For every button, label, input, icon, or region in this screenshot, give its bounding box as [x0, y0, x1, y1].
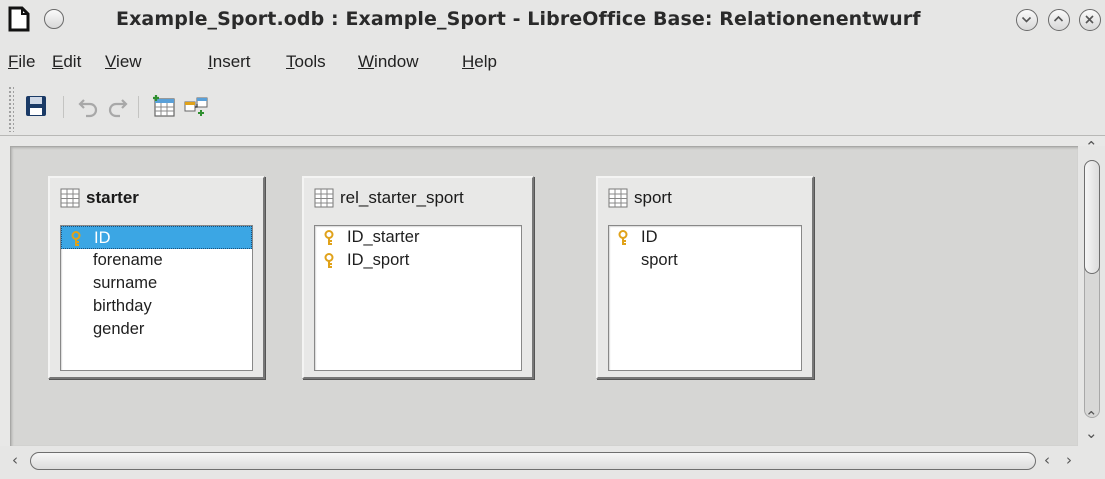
menu-window[interactable]: Window — [358, 52, 418, 72]
field-name: gender — [93, 320, 145, 338]
scroll-down-icon[interactable]: ⌄ — [1085, 424, 1098, 442]
field-row[interactable]: ID_starter — [315, 226, 521, 249]
table-window-starter[interactable]: starter ID forename surname birthday gen… — [48, 176, 265, 379]
window-menu-button[interactable] — [44, 9, 64, 29]
menu-edit[interactable]: Edit — [52, 52, 81, 72]
field-row[interactable]: gender — [61, 318, 252, 341]
field-list[interactable]: ID_starter ID_sport — [314, 225, 522, 371]
menu-bar — [0, 42, 1105, 82]
table-icon — [608, 188, 628, 208]
close-button[interactable] — [1079, 9, 1101, 31]
add-tables-icon[interactable] — [152, 94, 176, 118]
undo-icon[interactable] — [76, 94, 100, 118]
toolbar-grip-handle[interactable] — [8, 86, 14, 132]
maximize-button[interactable] — [1048, 9, 1070, 31]
window-title: Example_Sport.odb : Example_Sport - Libr… — [116, 8, 921, 30]
field-name: birthday — [93, 297, 152, 315]
table-window-rel-starter-sport[interactable]: rel_starter_sport ID_starter ID_sport — [302, 176, 534, 379]
field-row[interactable]: surname — [61, 272, 252, 295]
menu-file[interactable]: File — [8, 52, 35, 72]
scroll-left-icon[interactable]: ‹ — [1044, 451, 1050, 469]
toolbar-separator — [63, 96, 64, 118]
chevron-up-icon — [1053, 15, 1064, 22]
field-name: forename — [93, 251, 163, 269]
field-name: ID_starter — [347, 228, 420, 246]
field-name: sport — [641, 251, 678, 269]
vertical-scroll-thumb[interactable] — [1084, 160, 1100, 274]
menu-tools[interactable]: Tools — [286, 52, 326, 72]
table-title-bar[interactable]: starter — [50, 178, 263, 222]
document-icon[interactable] — [8, 6, 30, 32]
field-name: surname — [93, 274, 158, 292]
field-list[interactable]: ID sport — [608, 225, 802, 371]
minimize-button[interactable] — [1016, 9, 1038, 31]
scroll-right-icon[interactable]: › — [1066, 451, 1072, 469]
field-row[interactable]: birthday — [61, 295, 252, 318]
redo-icon[interactable] — [106, 94, 130, 118]
table-title-bar[interactable]: sport — [598, 178, 812, 222]
table-title-bar[interactable]: rel_starter_sport — [304, 178, 532, 222]
primary-key-icon — [324, 230, 334, 245]
table-icon — [314, 188, 334, 208]
field-row[interactable]: ID — [61, 226, 252, 249]
field-row[interactable]: ID — [609, 226, 801, 249]
table-icon — [60, 188, 80, 208]
table-name: rel_starter_sport — [340, 188, 464, 207]
field-row[interactable]: ID_sport — [315, 249, 521, 272]
field-name: ID — [94, 229, 111, 247]
field-row[interactable]: sport — [609, 249, 801, 272]
menu-help[interactable]: Help — [462, 52, 497, 72]
close-icon — [1085, 15, 1094, 24]
horizontal-scroll-thumb[interactable] — [30, 452, 1036, 470]
primary-key-icon — [324, 253, 334, 268]
save-icon[interactable] — [24, 94, 48, 118]
menu-insert[interactable]: Insert — [208, 52, 251, 72]
field-name: ID_sport — [347, 251, 410, 269]
toolbar-separator — [138, 96, 139, 118]
chevron-down-icon — [1021, 16, 1032, 23]
field-name: ID — [641, 228, 658, 246]
table-name: sport — [634, 188, 672, 207]
menu-view[interactable]: View — [105, 52, 142, 72]
new-relation-icon[interactable] — [184, 94, 208, 118]
field-row[interactable]: forename — [61, 249, 252, 272]
table-window-sport[interactable]: sport ID sport — [596, 176, 814, 379]
scroll-left-icon[interactable]: ‹ — [12, 451, 18, 469]
table-name: starter — [86, 188, 139, 207]
primary-key-icon — [71, 231, 81, 246]
scroll-up-icon[interactable]: ⌃ — [1085, 138, 1098, 156]
primary-key-icon — [618, 230, 628, 245]
field-list[interactable]: ID forename surname birthday gender — [60, 225, 253, 371]
